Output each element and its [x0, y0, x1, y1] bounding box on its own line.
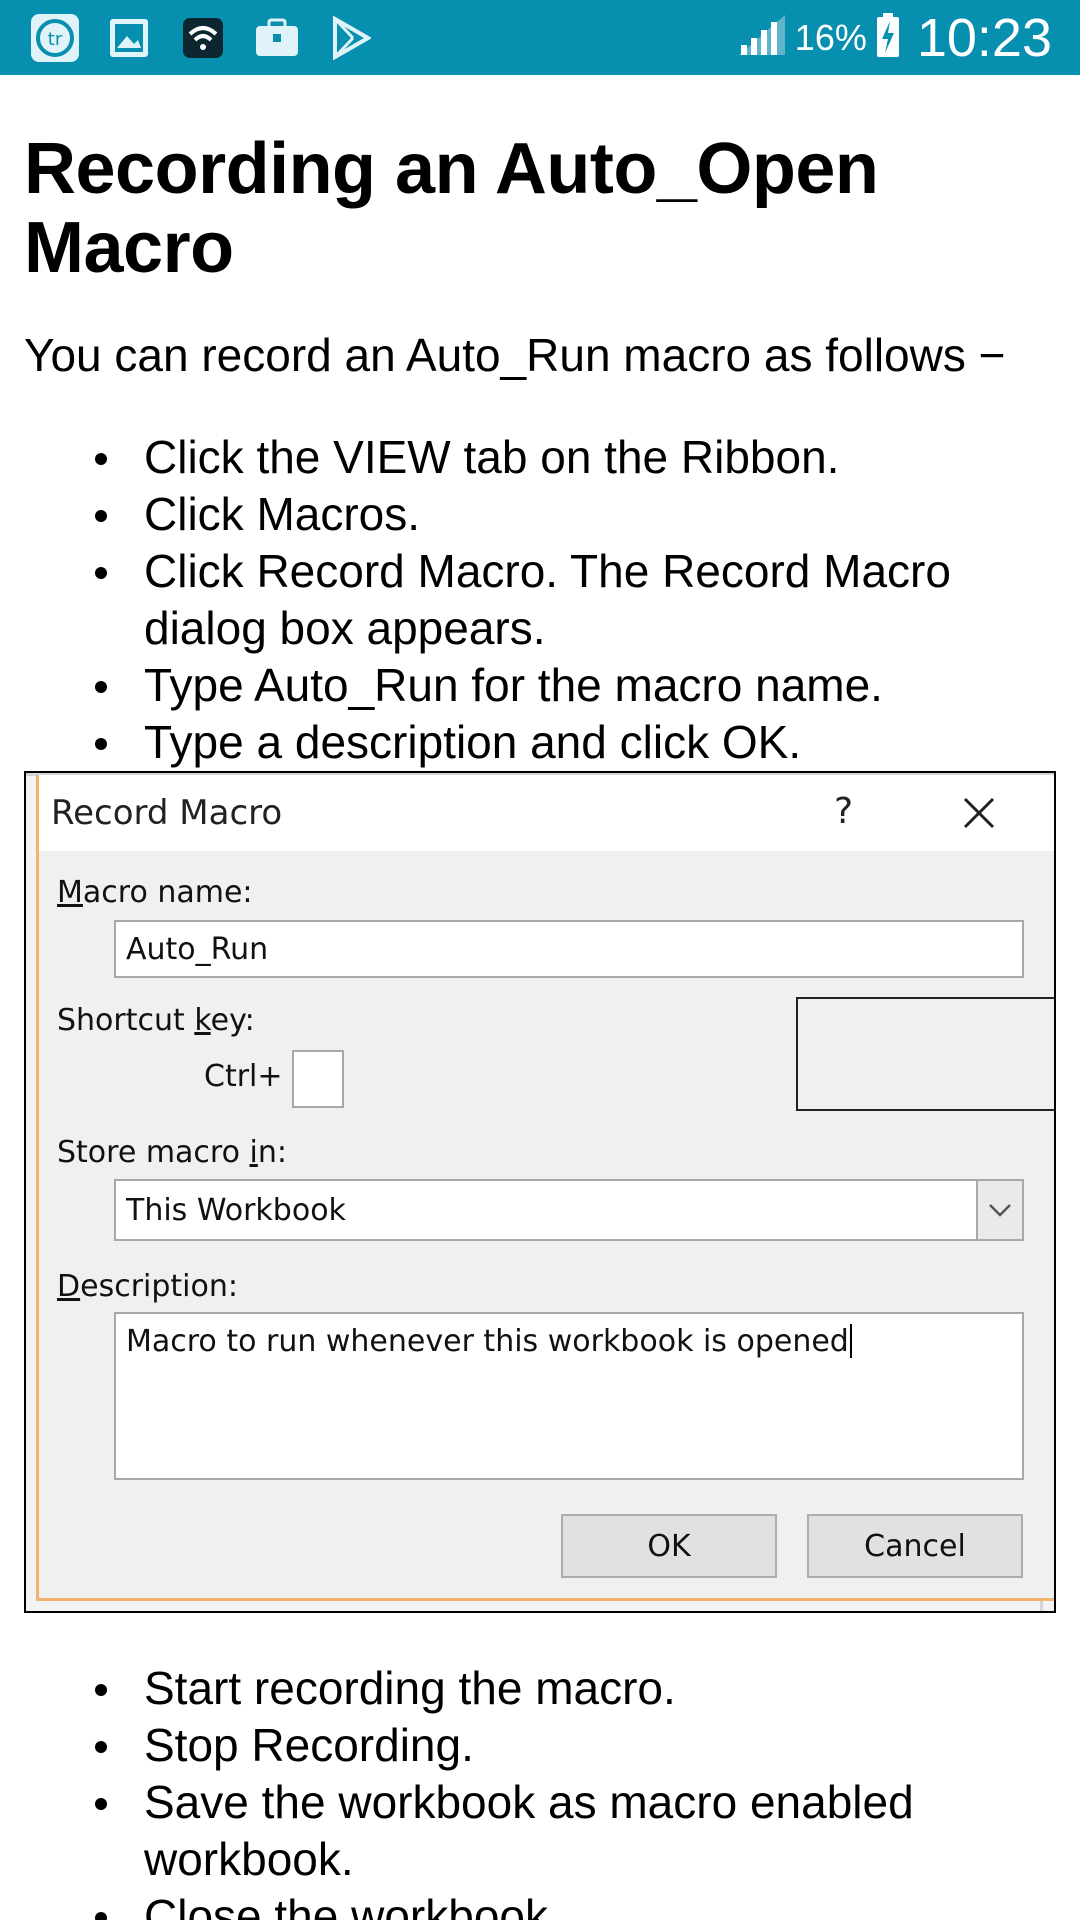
cancel-button[interactable]: Cancel [807, 1514, 1023, 1578]
list-item: Close the workbook. [95, 1888, 1044, 1920]
tr-app-icon: tr [30, 13, 80, 63]
battery-charging-icon [875, 12, 901, 63]
battery-percent: 16% [794, 16, 867, 58]
record-macro-dialog: Record Macro ? Macro name: Auto_Run Shor… [36, 775, 1054, 1601]
steps-after-list: Start recording the macro. Stop Recordin… [95, 1660, 1044, 1920]
record-macro-screenshot: Record Macro ? Macro name: Auto_Run Shor… [24, 771, 1056, 1613]
list-item: Click Macros. [95, 486, 1064, 543]
store-macro-label: Store macro in: [57, 1135, 287, 1170]
clock: 10:23 [916, 7, 1052, 68]
description-value: Macro to run whenever this workbook is o… [126, 1324, 849, 1359]
intro-text: You can record an Auto_Run macro as foll… [24, 329, 1006, 382]
dialog-titlebar: Record Macro ? [39, 775, 1054, 851]
signal-icon [737, 13, 787, 62]
chevron-down-icon[interactable] [976, 1181, 1022, 1239]
list-item: Type a description and click OK. [95, 714, 1064, 771]
status-bar: tr 16% 10:23 [0, 0, 1080, 75]
background-cell-box [796, 997, 1054, 1111]
wifi-icon [178, 13, 228, 63]
store-macro-select[interactable]: This Workbook [114, 1179, 1024, 1241]
list-item: Click Record Macro. The Record Macro dia… [95, 543, 1064, 657]
list-item: Start recording the macro. [95, 1660, 1044, 1717]
play-store-icon [326, 13, 376, 63]
briefcase-icon [252, 13, 302, 63]
help-button[interactable]: ? [834, 791, 853, 832]
close-icon[interactable] [959, 793, 999, 833]
status-bar-notifications: tr [0, 13, 376, 63]
list-item: Type Auto_Run for the macro name. [95, 657, 1064, 714]
gallery-icon [104, 13, 154, 63]
description-textarea[interactable]: Macro to run whenever this workbook is o… [114, 1312, 1024, 1480]
macro-name-label: Macro name: [57, 875, 253, 910]
store-macro-value: This Workbook [126, 1192, 346, 1228]
svg-text:tr: tr [48, 29, 63, 50]
text-caret [849, 1324, 852, 1358]
article: Recording an Auto_Open Macro You can rec… [24, 75, 1064, 771]
page-title: Recording an Auto_Open Macro [24, 129, 879, 289]
description-label: Description: [57, 1269, 238, 1304]
steps-list: Click the VIEW tab on the Ribbon. Click … [24, 429, 1064, 771]
ctrl-label: Ctrl+ [204, 1059, 283, 1094]
list-item: Stop Recording. [95, 1717, 1044, 1774]
status-bar-system: 16% 10:23 [737, 7, 1080, 69]
ok-button[interactable]: OK [561, 1514, 777, 1578]
dialog-title: Record Macro [51, 793, 283, 833]
list-item: Save the workbook as macro enabled workb… [95, 1774, 1044, 1888]
list-item: Click the VIEW tab on the Ribbon. [95, 429, 1064, 486]
shortcut-key-label: Shortcut key: [57, 1003, 255, 1038]
macro-name-input[interactable]: Auto_Run [114, 920, 1024, 978]
shortcut-key-input[interactable] [292, 1050, 344, 1108]
